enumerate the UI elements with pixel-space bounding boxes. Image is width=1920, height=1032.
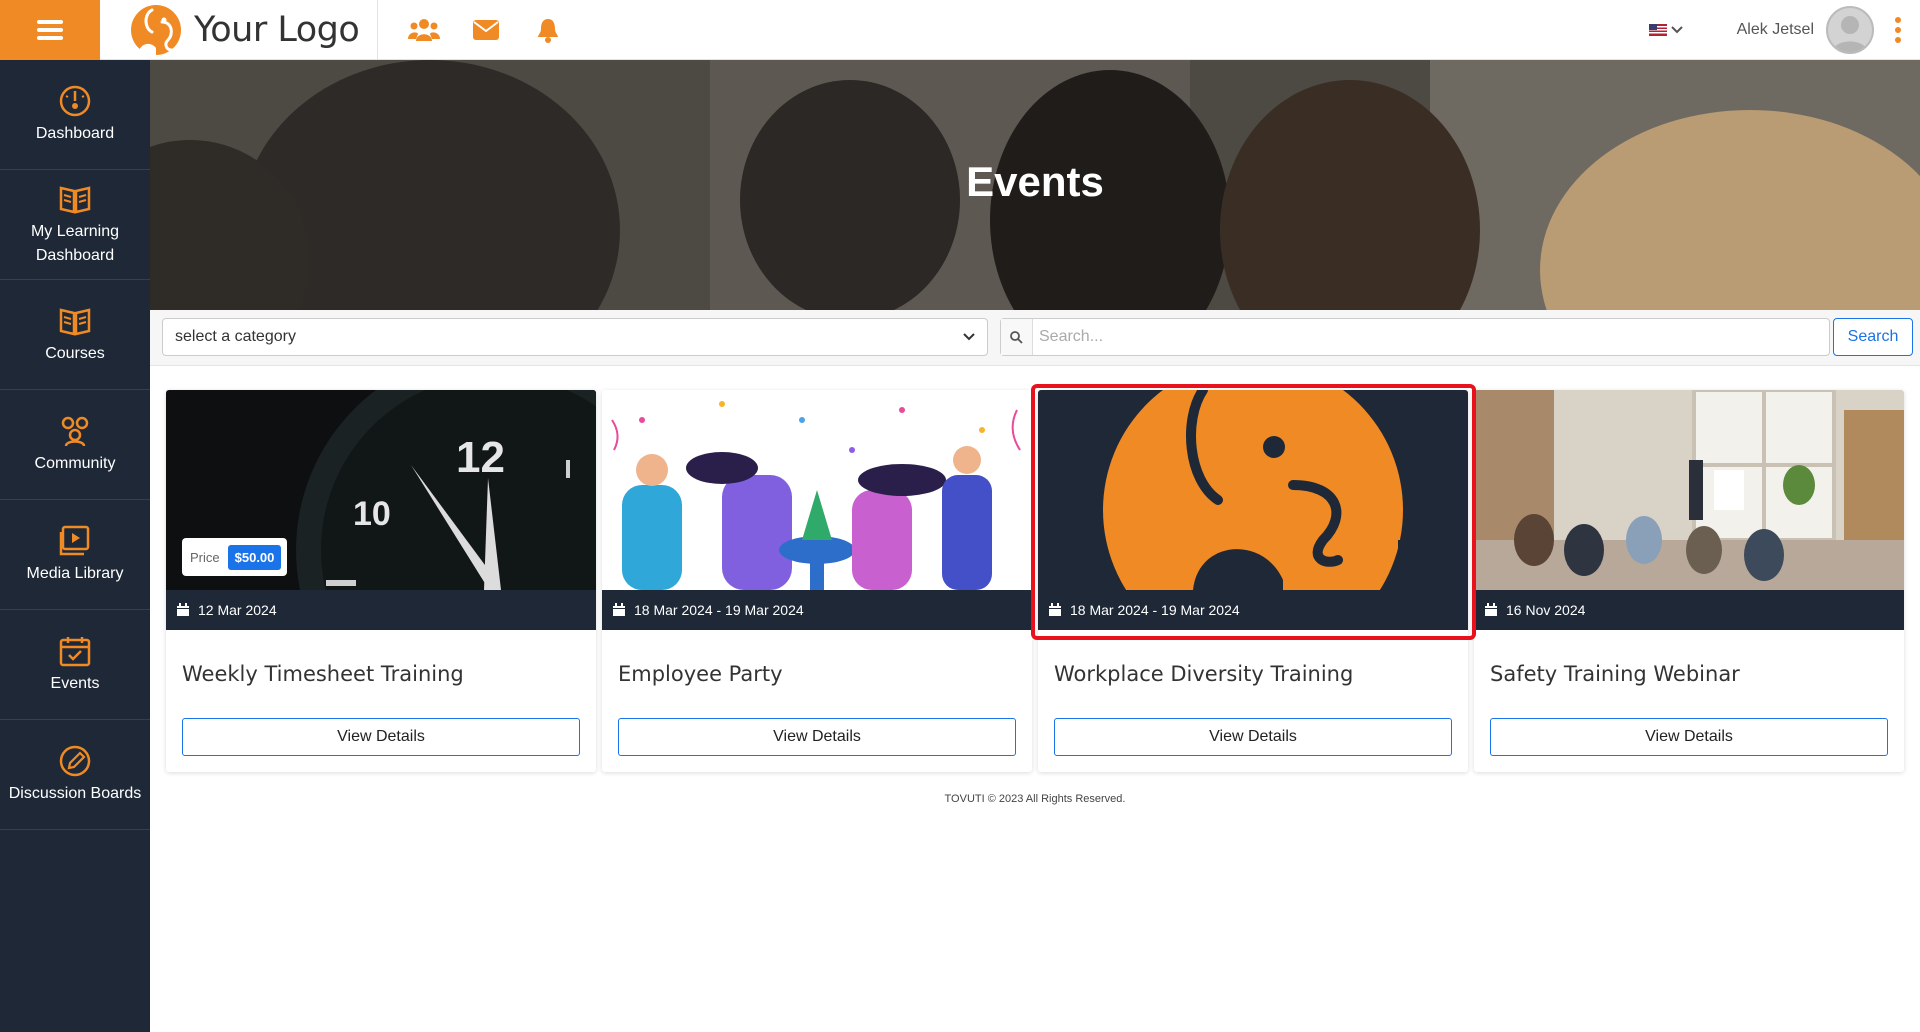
category-select-value: select a category: [175, 328, 296, 345]
event-date: 16 Nov 2024: [1474, 590, 1904, 630]
community-icon: [61, 416, 89, 446]
footer-copyright: TOVUTI © 2023 All Rights Reserved.: [944, 793, 1126, 805]
sidebar-item-label: Discussion Boards: [8, 784, 142, 802]
event-title[interactable]: Employee Party: [618, 662, 783, 686]
view-details-button[interactable]: View Details: [618, 718, 1016, 756]
us-flag-icon: [1648, 24, 1667, 36]
event-date-text: 18 Mar 2024 - 19 Mar 2024: [634, 602, 804, 618]
view-details-button[interactable]: View Details: [182, 718, 580, 756]
event-image-elephant-logo[interactable]: [1038, 390, 1468, 590]
sidebar-item-my-learning-dashboard[interactable]: My Learning Dashboard: [0, 170, 150, 280]
calendar-icon: [59, 636, 91, 666]
sidebar-item-media-library[interactable]: Media Library: [0, 500, 150, 610]
event-card: 18 Mar 2024 - 19 Mar 2024 Employee Party…: [602, 390, 1032, 772]
calendar-icon: [1049, 603, 1061, 616]
event-list: 12 10 Price $50.00 12 Mar 2024 Weekly Ti…: [166, 390, 1906, 772]
sidebar: Dashboard My Learning Dashboard Courses …: [0, 60, 150, 1032]
sidebar-item-label: Dashboard: [35, 124, 115, 142]
logo-text: Your Logo: [194, 10, 360, 50]
view-details-button[interactable]: View Details: [1490, 718, 1888, 756]
dashboard-icon: [59, 85, 91, 116]
filter-bar: select a category Search: [150, 310, 1920, 366]
event-image-clock[interactable]: 12 10 Price $50.00: [166, 390, 596, 590]
search-field: [1000, 318, 1830, 356]
event-date: 12 Mar 2024: [166, 590, 596, 630]
event-date-text: 12 Mar 2024: [198, 602, 277, 618]
hero-banner: Events: [150, 60, 1920, 310]
bell-icon[interactable]: [532, 14, 564, 46]
user-name[interactable]: Alek Jetsel: [1737, 21, 1814, 39]
sidebar-item-label: My Learning Dashboard: [30, 222, 120, 264]
book-icon: [59, 307, 91, 336]
menu-toggle-button[interactable]: [0, 0, 100, 60]
event-title[interactable]: Safety Training Webinar: [1490, 662, 1740, 686]
price-badge: Price $50.00: [182, 538, 288, 576]
event-card: 12 10 Price $50.00 12 Mar 2024 Weekly Ti…: [166, 390, 596, 772]
price-label: Price: [190, 549, 220, 565]
envelope-icon[interactable]: [470, 14, 502, 46]
sidebar-item-label: Events: [50, 674, 100, 692]
more-menu-button[interactable]: [1888, 14, 1908, 46]
edit-icon: [59, 745, 91, 776]
media-icon: [59, 525, 90, 555]
users-icon[interactable]: [408, 14, 440, 46]
event-date-text: 18 Mar 2024 - 19 Mar 2024: [1070, 602, 1240, 618]
sidebar-item-discussion-boards[interactable]: Discussion Boards: [0, 720, 150, 830]
search-button[interactable]: Search: [1833, 318, 1913, 356]
logo[interactable]: Your Logo: [130, 4, 360, 56]
svg-text:10: 10: [353, 495, 391, 533]
hamburger-icon: [37, 18, 63, 42]
elephant-logo-icon: [131, 5, 181, 56]
category-select[interactable]: select a category: [162, 318, 988, 356]
sidebar-item-events[interactable]: Events: [0, 610, 150, 720]
chevron-down-icon: [963, 333, 975, 341]
event-image-party[interactable]: [602, 390, 1032, 590]
view-details-button[interactable]: View Details: [1054, 718, 1452, 756]
book-open-icon: [59, 185, 91, 214]
svg-text:12: 12: [456, 433, 505, 482]
event-card: 16 Nov 2024 Safety Training Webinar View…: [1474, 390, 1904, 772]
top-bar: Your Logo Alek Jetsel: [0, 0, 1920, 60]
calendar-icon: [1485, 603, 1497, 616]
event-title[interactable]: Weekly Timesheet Training: [182, 662, 464, 686]
sidebar-item-label: Community: [34, 454, 116, 472]
chevron-down-icon: [1670, 26, 1683, 34]
event-date-text: 16 Nov 2024: [1506, 602, 1586, 618]
avatar[interactable]: [1826, 6, 1874, 54]
event-title[interactable]: Workplace Diversity Training: [1054, 662, 1353, 686]
sidebar-item-label: Courses: [45, 344, 105, 362]
sidebar-item-dashboard[interactable]: Dashboard: [0, 60, 150, 170]
calendar-icon: [613, 603, 625, 616]
sidebar-item-courses[interactable]: Courses: [0, 280, 150, 390]
event-date: 18 Mar 2024 - 19 Mar 2024: [1038, 590, 1468, 630]
event-image-classroom[interactable]: [1474, 390, 1904, 590]
price-value: $50.00: [227, 544, 282, 570]
search-input[interactable]: [1033, 319, 1829, 355]
sidebar-item-community[interactable]: Community: [0, 390, 150, 500]
user-avatar-icon: [1833, 16, 1867, 52]
event-date: 18 Mar 2024 - 19 Mar 2024: [602, 590, 1032, 630]
page-title: Events: [966, 158, 1104, 205]
sidebar-item-label: Media Library: [26, 564, 124, 582]
calendar-icon: [177, 603, 189, 616]
language-selector[interactable]: [1648, 24, 1683, 36]
divider: [377, 0, 378, 60]
search-icon: [1001, 319, 1033, 355]
event-card: 18 Mar 2024 - 19 Mar 2024 Workplace Dive…: [1038, 390, 1468, 772]
